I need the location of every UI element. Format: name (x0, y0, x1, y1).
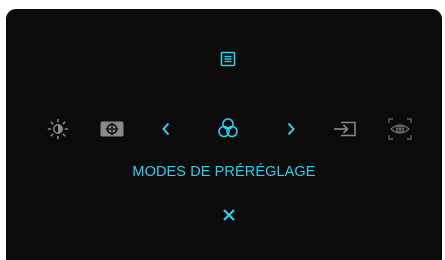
brightness-contrast-icon[interactable] (47, 118, 69, 140)
chevron-left-icon[interactable] (160, 121, 172, 137)
close-icon[interactable] (222, 208, 236, 222)
monitor-osd-panel: MODES DE PRÉRÉGLAGE (6, 9, 442, 260)
chevron-right-icon[interactable] (285, 121, 297, 137)
input-source-icon[interactable] (332, 119, 358, 139)
eye-comfort-icon[interactable] (388, 118, 412, 140)
osd-menu-label: MODES DE PRÉRÉGLAGE (132, 164, 316, 180)
menu-list-icon[interactable] (220, 51, 236, 67)
color-preset-modes-icon[interactable] (217, 117, 239, 139)
auto-adjust-icon[interactable] (100, 121, 124, 137)
